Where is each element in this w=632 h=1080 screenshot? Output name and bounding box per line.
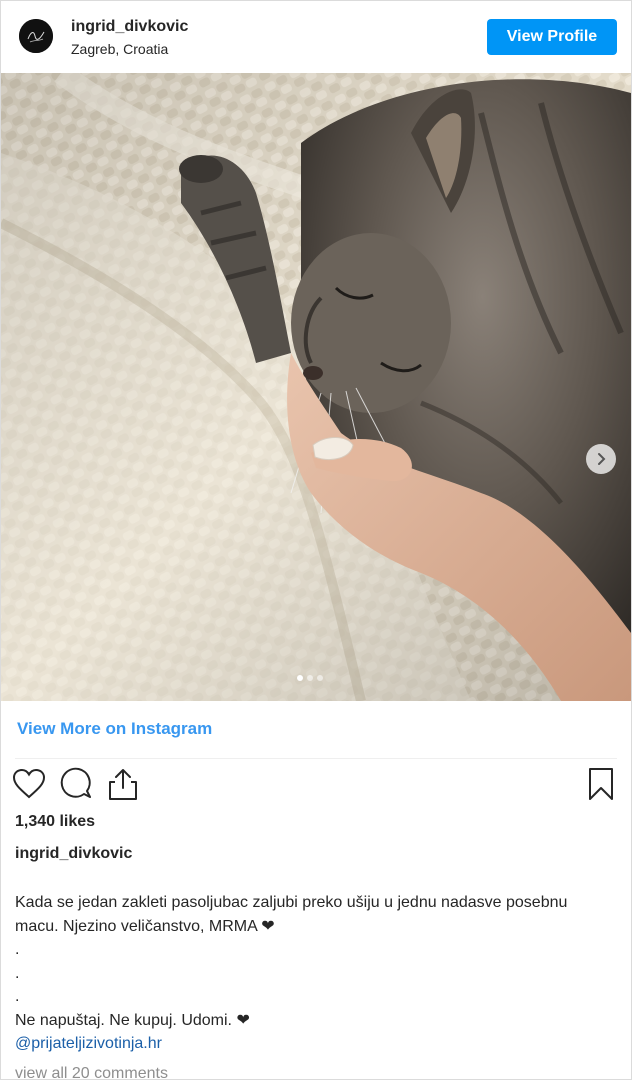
post-header: ingrid_divkovic Zagreb, Croatia View Pro… [1, 1, 631, 73]
instagram-embed-card: ingrid_divkovic Zagreb, Croatia View Pro… [0, 0, 632, 1080]
like-button[interactable] [11, 765, 47, 803]
caption-username[interactable]: ingrid_divkovic [15, 845, 132, 863]
caption-line: . [15, 941, 20, 958]
bookmark-icon [589, 768, 613, 800]
carousel-dot [307, 675, 313, 681]
mention-link[interactable]: @prijateljizivotinja.hr [15, 1035, 162, 1052]
carousel-next-button[interactable] [586, 444, 616, 474]
comment-button[interactable] [59, 765, 95, 803]
heart-icon [12, 768, 46, 799]
view-all-comments-link[interactable]: view all 20 comments [15, 1065, 168, 1079]
share-icon [109, 769, 137, 800]
divider [15, 758, 617, 759]
view-more-link[interactable]: View More on Instagram [17, 719, 212, 739]
chevron-right-icon [598, 453, 606, 465]
caption-text: Kada se jedan zakleti pasoljubac zaljubi… [15, 891, 615, 1056]
comment-icon [60, 767, 91, 798]
avatar[interactable] [19, 19, 53, 53]
caption-line: Ne napuštaj. Ne kupuj. Udomi. ❤ [15, 1011, 250, 1029]
caption-line: . [15, 988, 20, 1005]
share-button[interactable] [105, 765, 141, 803]
carousel-indicator [297, 675, 323, 683]
header-location[interactable]: Zagreb, Croatia [71, 41, 168, 57]
save-button[interactable] [583, 765, 619, 803]
avatar-signature-icon [19, 19, 53, 53]
cat-photo [1, 73, 631, 701]
caption-line: . [15, 964, 20, 982]
header-username[interactable]: ingrid_divkovic [71, 18, 188, 36]
post-image[interactable] [1, 73, 631, 701]
like-count[interactable]: 1,340 likes [15, 813, 95, 831]
carousel-dot [317, 675, 323, 681]
carousel-dot-active [297, 675, 303, 681]
action-bar [1, 765, 631, 805]
view-profile-button[interactable]: View Profile [487, 19, 617, 55]
caption-line: Kada se jedan zakleti pasoljubac zaljubi… [15, 894, 568, 935]
